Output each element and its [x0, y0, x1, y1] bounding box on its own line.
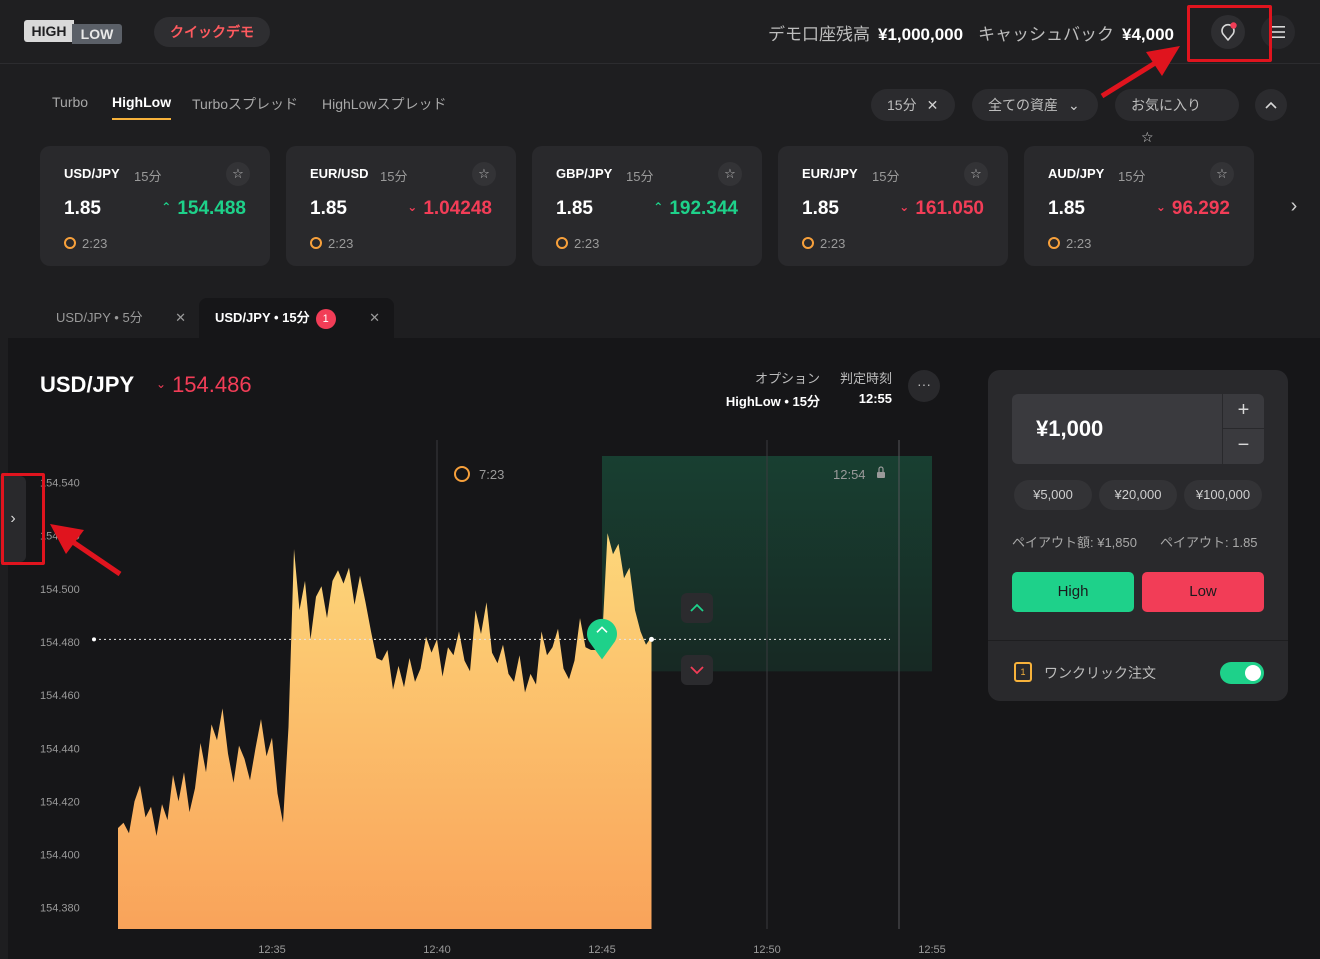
trade-panel: ¥1,000 + − ¥5,000 ¥20,000 ¥100,000 ペイアウト…	[988, 370, 1288, 701]
divider	[988, 640, 1288, 641]
y-tick-label: 154.400	[40, 850, 80, 862]
y-tick-label: 154.480	[40, 637, 80, 649]
amount-increase-button[interactable]: +	[1222, 394, 1264, 429]
preset-amount-button[interactable]: ¥5,000	[1014, 480, 1092, 510]
more-horizontal-icon: ···	[917, 376, 931, 392]
more-options-button[interactable]: ···	[908, 370, 940, 402]
amount-input[interactable]: ¥1,000 + −	[1012, 394, 1264, 464]
y-tick-label: 154.520	[40, 531, 80, 543]
expiry-label: 判定時刻	[839, 371, 892, 386]
entry-level-dot	[92, 637, 96, 642]
preset-amount-button[interactable]: ¥100,000	[1184, 480, 1262, 510]
plus-icon: +	[1237, 399, 1250, 421]
chart-current-price-value: 154.486	[172, 372, 252, 397]
y-tick-label: 154.500	[40, 584, 80, 596]
payout-rate: ペイアウト: 1.85	[1160, 535, 1258, 550]
high-button[interactable]: High	[1012, 572, 1134, 612]
x-tick-label: 12:50	[753, 944, 781, 956]
option-value: HighLow • 15分	[725, 394, 820, 409]
arrow-down-icon: ⌄	[156, 377, 167, 391]
chart-low-button	[681, 655, 713, 685]
y-tick-label: 154.460	[40, 690, 80, 702]
x-tick-label: 12:45	[588, 944, 616, 956]
y-tick-label: 154.420	[40, 796, 80, 808]
price-area	[118, 533, 652, 929]
one-click-toggle[interactable]	[1220, 662, 1264, 684]
countdown-label: 7:23	[479, 467, 504, 482]
y-tick-label: 154.440	[40, 743, 80, 755]
low-button[interactable]: Low	[1142, 572, 1264, 612]
annotation-highlight-box	[1, 473, 45, 565]
amount-value[interactable]: ¥1,000	[1036, 416, 1103, 442]
minus-icon: −	[1237, 434, 1250, 456]
chart-current-price: ⌄ 154.486	[156, 372, 252, 398]
option-info: オプション HighLow • 15分	[700, 368, 820, 410]
timer-icon	[454, 466, 470, 482]
cutoff-time-label: 12:54	[833, 467, 866, 482]
expiry-value: 12:55	[858, 391, 892, 406]
expiry-info: 判定時刻 12:55	[822, 368, 892, 406]
preset-amount-button[interactable]: ¥20,000	[1099, 480, 1177, 510]
y-tick-label: 154.540	[40, 478, 80, 490]
chart-pair-title: USD/JPY	[40, 372, 135, 397]
toggle-knob	[1245, 665, 1261, 681]
x-tick-label: 12:35	[258, 944, 286, 956]
current-price-dot	[649, 636, 654, 642]
one-click-icon: 1	[1014, 662, 1032, 682]
payout-amount: ペイアウト額: ¥1,850	[1012, 535, 1137, 550]
option-label: オプション	[754, 371, 820, 386]
one-click-label: ワンクリック注文	[1044, 665, 1156, 681]
x-tick-label: 12:55	[918, 944, 946, 956]
y-tick-label: 154.380	[40, 903, 80, 915]
lock-icon	[877, 472, 885, 478]
amount-decrease-button[interactable]: −	[1222, 429, 1264, 464]
chart-high-button	[681, 593, 713, 623]
x-tick-label: 12:40	[423, 944, 451, 956]
